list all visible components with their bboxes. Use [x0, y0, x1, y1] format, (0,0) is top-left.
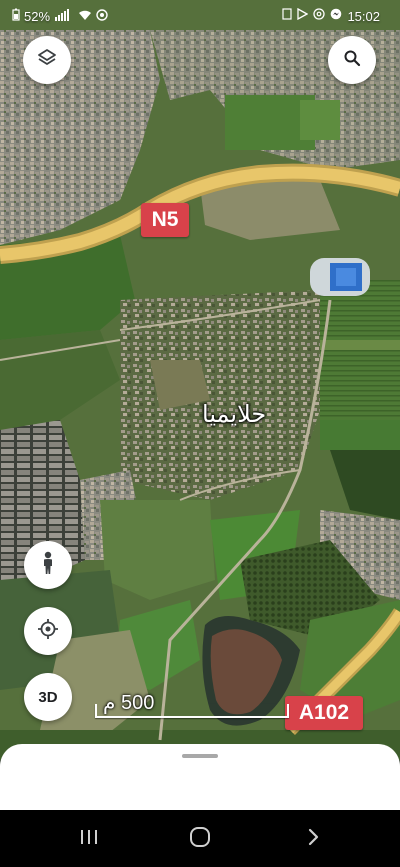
signal-icon	[54, 8, 74, 25]
back-chevron-icon	[306, 827, 320, 852]
messenger-icon	[330, 8, 342, 24]
my-location-button[interactable]	[24, 607, 72, 655]
system-navigation-bar	[0, 810, 400, 867]
play-store-icon	[297, 7, 309, 24]
status-bar: 52% 15:02	[0, 0, 400, 32]
sheet-drag-handle[interactable]	[182, 754, 218, 758]
recent-apps-icon	[79, 828, 99, 851]
home-button[interactable]	[185, 824, 215, 854]
notification-icon	[282, 8, 293, 24]
home-icon	[188, 825, 212, 854]
layers-button[interactable]	[23, 36, 71, 84]
place-label[interactable]: حلايميا	[202, 400, 266, 428]
pegman-icon	[41, 551, 55, 580]
clock: 15:02	[347, 8, 380, 24]
bottom-sheet[interactable]	[0, 744, 400, 814]
route-shield-n5[interactable]: N5	[141, 203, 189, 237]
my-location-icon	[37, 618, 59, 645]
battery-icon	[12, 8, 20, 25]
route-shield-a102[interactable]: A102	[285, 696, 363, 730]
street-view-button[interactable]	[24, 541, 72, 589]
scale-bar: 500 م	[93, 690, 293, 724]
wifi-icon	[78, 9, 92, 25]
at-icon	[313, 8, 326, 24]
scale-line	[95, 704, 289, 718]
3d-label: 3D	[38, 688, 58, 706]
search-icon	[343, 49, 361, 72]
recent-apps-button[interactable]	[74, 824, 104, 854]
whatsapp-icon	[96, 8, 108, 25]
layers-icon	[37, 48, 57, 73]
search-button[interactable]	[328, 36, 376, 84]
battery-percent: 52%	[24, 9, 51, 24]
back-button[interactable]	[298, 824, 328, 854]
3d-toggle-button[interactable]: 3D	[24, 673, 72, 721]
